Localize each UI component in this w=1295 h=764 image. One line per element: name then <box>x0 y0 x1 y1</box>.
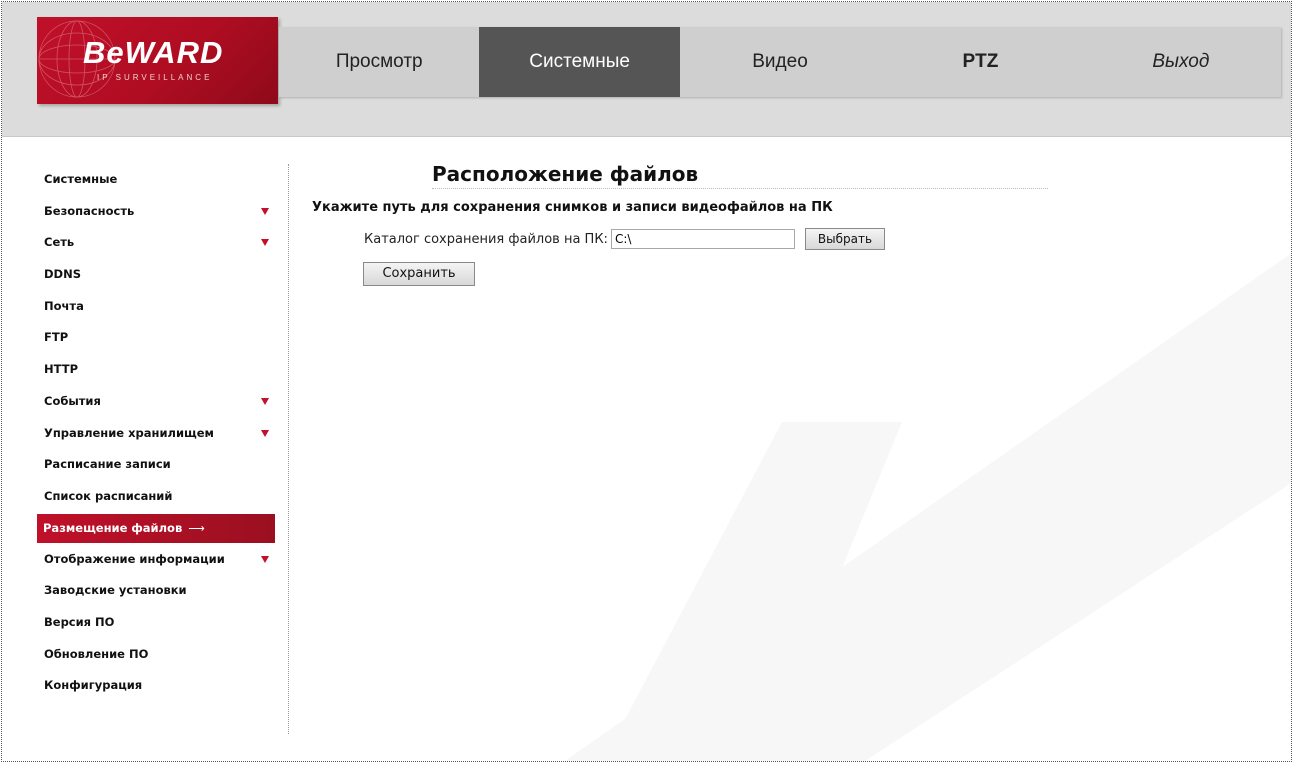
header: BeWARD IP SURVEILLANCE Просмотр Системны… <box>2 2 1291 137</box>
sidebar-item-info-display[interactable]: Отображение информации <box>38 544 269 576</box>
sidebar-menu: Системные Безопасность Сеть DDNS Почта F… <box>37 164 289 734</box>
sidebar-item-mail[interactable]: Почта <box>38 291 269 323</box>
sidebar-item-network[interactable]: Сеть <box>38 227 269 259</box>
sidebar-item-http[interactable]: HTTP <box>38 354 269 386</box>
save-button[interactable]: Сохранить <box>363 262 475 286</box>
browse-button[interactable]: Выбрать <box>804 228 885 250</box>
sidebar-item-label: События <box>44 393 101 408</box>
sidebar-item-factory-reset[interactable]: Заводские установки <box>38 575 269 607</box>
sidebar-item-events[interactable]: События <box>38 386 269 418</box>
page-frame: BeWARD IP SURVEILLANCE Просмотр Системны… <box>1 1 1292 762</box>
sidebar-item-ftp[interactable]: FTP <box>38 322 269 354</box>
sidebar-item-system[interactable]: Системные <box>38 164 269 196</box>
sidebar-item-label: Заводские установки <box>44 583 187 598</box>
sidebar-item-ddns[interactable]: DDNS <box>38 259 269 291</box>
nav-logout[interactable]: Выход <box>1081 27 1281 97</box>
expand-arrow-icon <box>261 239 269 247</box>
sidebar-item-label: Расписание записи <box>44 457 171 472</box>
sidebar-item-label: Отображение информации <box>44 551 225 566</box>
sidebar-item-firmware-update[interactable]: Обновление ПО <box>38 639 269 671</box>
brand-tagline: IP SURVEILLANCE <box>97 73 213 82</box>
path-label: Каталог сохранения файлов на ПК: <box>364 231 608 247</box>
sidebar-item-label: Системные <box>44 172 118 186</box>
expand-arrow-icon <box>261 429 269 437</box>
sidebar-item-label: Обновление ПО <box>44 646 149 661</box>
nav-ptz[interactable]: PTZ <box>880 27 1080 97</box>
page-title: Расположение файлов <box>432 162 1048 189</box>
sidebar-item-label: Размещение файлов <box>43 520 183 535</box>
sidebar-item-file-location[interactable]: Размещение файлов ⟶ <box>37 513 275 543</box>
brand-logo: BeWARD IP SURVEILLANCE <box>37 17 278 104</box>
sidebar-item-label: Безопасность <box>44 203 135 218</box>
sidebar-item-label: Версия ПО <box>44 614 115 629</box>
sidebar-item-record-schedule[interactable]: Расписание записи <box>38 449 269 481</box>
sidebar-item-configuration[interactable]: Конфигурация <box>38 670 269 702</box>
sidebar-item-label: DDNS <box>44 267 81 282</box>
sidebar-item-label: Список расписаний <box>44 488 173 503</box>
page-description: Укажите путь для сохранения снимков и за… <box>312 200 833 215</box>
sidebar-item-label: Почта <box>44 298 84 313</box>
sidebar-item-schedule-list[interactable]: Список расписаний <box>38 481 269 513</box>
sidebar-item-firmware-version[interactable]: Версия ПО <box>38 607 269 639</box>
expand-arrow-icon <box>261 397 269 405</box>
sidebar-item-label: Конфигурация <box>44 678 143 693</box>
brand-name: BeWARD <box>83 35 224 70</box>
sidebar-item-label: FTP <box>44 330 69 345</box>
expand-arrow-icon <box>261 207 269 215</box>
expand-arrow-icon <box>261 555 269 563</box>
nav-video[interactable]: Видео <box>680 27 880 97</box>
sidebar-item-label: Сеть <box>44 235 75 250</box>
sidebar-item-label: Управление хранилищем <box>44 425 214 440</box>
sidebar-item-storage[interactable]: Управление хранилищем <box>38 418 269 450</box>
path-input[interactable] <box>610 229 795 249</box>
arrow-right-icon: ⟶ <box>188 520 205 535</box>
sidebar-item-security[interactable]: Безопасность <box>38 196 269 228</box>
path-row: Каталог сохранения файлов на ПК: Выбрать <box>364 228 885 250</box>
nav-system[interactable]: Системные <box>479 27 680 97</box>
nav-view[interactable]: Просмотр <box>279 27 479 97</box>
sidebar-item-label: HTTP <box>44 362 79 377</box>
top-nav: Просмотр Системные Видео PTZ Выход <box>279 27 1281 97</box>
